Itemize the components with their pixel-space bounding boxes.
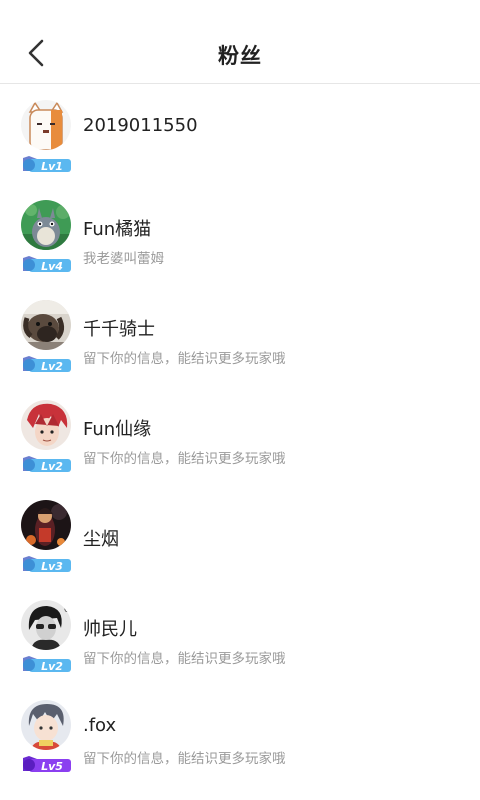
level-badge: Lv2 <box>21 456 73 474</box>
fan-list: Lv1 2019011550 Lv4 Fun橘猫 我老婆叫蕾姆 Lv2 千千骑士… <box>0 84 480 784</box>
fan-name: 帅民儿 <box>83 619 137 640</box>
fan-bio: 留下你的信息，能结识更多玩家哦 <box>83 451 286 467</box>
svg-text:C: C <box>64 605 70 614</box>
fan-name: .fox <box>83 715 117 736</box>
fan-row[interactable]: Lv5 .fox 留下你的信息，能结识更多玩家哦 <box>0 684 480 784</box>
fan-row[interactable]: Lv2 千千骑士 留下你的信息，能结识更多玩家哦 <box>0 284 480 384</box>
anime-boy-avatar[interactable] <box>21 700 71 750</box>
fan-row[interactable]: Lv1 2019011550 <box>0 84 480 184</box>
level-label: Lv4 <box>41 260 63 273</box>
fan-name: 尘烟 <box>83 529 119 550</box>
dark-character-avatar[interactable] <box>21 500 71 550</box>
fan-bio: 留下你的信息，能结识更多玩家哦 <box>83 351 286 367</box>
monochrome-portrait-avatar[interactable]: C <box>21 600 71 650</box>
fan-row[interactable]: Lv2 Fun仙缘 留下你的信息，能结识更多玩家哦 <box>0 384 480 484</box>
level-badge: Lv4 <box>21 256 73 274</box>
level-badge: Lv5 <box>21 756 73 774</box>
fan-bio: 我老婆叫蕾姆 <box>83 251 164 267</box>
fan-name: 千千骑士 <box>83 319 155 340</box>
page-title: 粉丝 <box>218 44 262 68</box>
level-badge: Lv2 <box>21 656 73 674</box>
level-label: Lv2 <box>41 460 63 473</box>
fan-bio: 留下你的信息，能结识更多玩家哦 <box>83 651 286 667</box>
fan-row[interactable]: Lv3 尘烟 <box>0 484 480 584</box>
fan-row[interactable]: C Lv2 帅民儿 留下你的信息，能结识更多玩家哦 <box>0 584 480 684</box>
fan-name: 2019011550 <box>83 115 198 136</box>
level-badge: Lv1 <box>21 156 73 174</box>
level-label: Lv2 <box>41 360 63 373</box>
top-bar: 粉丝 <box>0 0 480 84</box>
level-label: Lv2 <box>41 660 63 673</box>
fan-bio: 留下你的信息，能结识更多玩家哦 <box>83 751 286 767</box>
dog-photo-avatar[interactable] <box>21 300 71 350</box>
totoro-avatar[interactable] <box>21 200 71 250</box>
level-label: Lv1 <box>41 160 63 173</box>
cartoon-cat-avatar[interactable] <box>21 100 71 150</box>
level-label: Lv5 <box>41 760 63 773</box>
level-badge: Lv3 <box>21 556 73 574</box>
fan-row[interactable]: Lv4 Fun橘猫 我老婆叫蕾姆 <box>0 184 480 284</box>
level-label: Lv3 <box>41 560 63 573</box>
fan-name: Fun橘猫 <box>83 219 152 240</box>
level-badge: Lv2 <box>21 356 73 374</box>
fan-name: Fun仙缘 <box>83 419 152 440</box>
anime-redhair-avatar[interactable] <box>21 400 71 450</box>
